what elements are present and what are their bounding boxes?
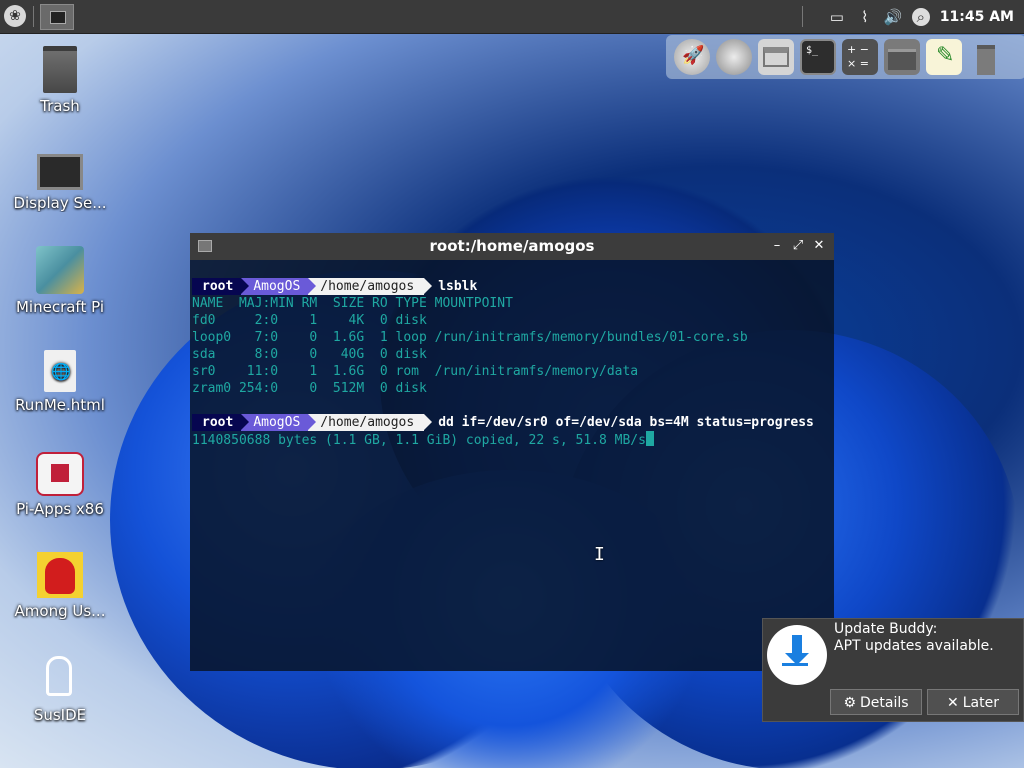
desktop-icon-trash[interactable]: Trash	[8, 42, 112, 115]
app-dock	[666, 35, 1024, 79]
ibeam-cursor-icon: I	[594, 544, 605, 565]
trash-icon[interactable]	[968, 39, 1004, 75]
minecraft-block-icon	[36, 246, 84, 294]
calculator-icon[interactable]	[842, 39, 878, 75]
notification-title: Update Buddy:	[834, 621, 938, 637]
desktop-icon-suside[interactable]: SusIDE	[8, 654, 112, 724]
maximize-button[interactable]: ⤢	[789, 236, 807, 256]
prompt-host: AmogOS	[241, 414, 317, 431]
rocket-launcher-icon[interactable]	[674, 39, 710, 75]
window-titlebar[interactable]: root:/home/amogos – ⤢ ✕	[190, 233, 834, 260]
download-icon	[767, 625, 827, 685]
output-line: fd0 2:0 1 4K 0 disk	[192, 313, 427, 328]
panel-separator	[802, 6, 803, 27]
system-tray: ▭ ⌇ 🔊 ⌕ 11:45 AM	[828, 0, 1024, 33]
window-manager-icon[interactable]	[758, 39, 794, 75]
html-file-icon	[44, 350, 76, 392]
window-title: root:/home/amogos	[429, 237, 595, 255]
details-label: Details	[860, 695, 909, 711]
output-line: NAME MAJ:MIN RM SIZE RO TYPE MOUNTPOINT	[192, 296, 513, 311]
prompt-line: root AmogOS/home/amogos lsblk	[192, 278, 477, 295]
update-notification: Update Buddy: APT updates available. ⚙ De…	[762, 618, 1024, 722]
search-icon[interactable]: ⌕	[911, 7, 930, 26]
command-text: dd if=/dev/sr0 of=/dev/sda bs=4M status=…	[438, 415, 814, 430]
download-icon-bar	[782, 663, 808, 666]
prompt-line: root AmogOS/home/amogos dd if=/dev/sr0 of=…	[192, 414, 814, 431]
close-button[interactable]: ✕	[810, 236, 828, 256]
later-button[interactable]: ✕ Later	[927, 689, 1019, 715]
text-editor-icon[interactable]	[926, 39, 962, 75]
monitor-icon	[37, 154, 83, 190]
raspberry-menu-icon[interactable]: ❀	[4, 5, 26, 27]
clock[interactable]: 11:45 AM	[940, 9, 1014, 25]
progress-line: 1140850688 bytes (1.1 GB, 1.1 GiB) copie…	[192, 431, 654, 448]
desktop-icon-label: Among Us...	[14, 602, 106, 620]
desktop-icon-label: Pi-Apps x86	[16, 500, 104, 518]
panel-separator	[33, 6, 34, 27]
prompt-path: /home/amogos	[308, 278, 433, 295]
later-label: Later	[962, 695, 999, 711]
gear-icon: ⚙	[843, 695, 856, 711]
output-line: sr0 11:0 1 1.6G 0 rom /run/initramfs/mem…	[192, 364, 639, 379]
output-line: sda 8:0 0 40G 0 disk	[192, 347, 427, 362]
suside-icon	[36, 654, 84, 702]
paperclip-icon[interactable]: ⌇	[856, 8, 874, 26]
prompt-user: root	[192, 414, 250, 431]
notification-message: APT updates available.	[834, 638, 994, 654]
trash-icon	[43, 46, 77, 93]
prompt-user: root	[192, 278, 250, 295]
terminal-body[interactable]: root AmogOS/home/amogos lsblk NAME MAJ:MIN…	[190, 260, 834, 671]
prompt-path: /home/amogos	[308, 414, 433, 431]
among-us-icon	[37, 552, 83, 598]
desktop-icon-runme-html[interactable]: RunMe.html	[8, 350, 112, 414]
output-line: loop0 7:0 0 1.6G 1 loop /run/initramfs/m…	[192, 330, 748, 345]
close-icon: ✕	[947, 695, 959, 711]
terminal-icon[interactable]	[800, 39, 836, 75]
details-button[interactable]: ⚙ Details	[830, 689, 922, 715]
volume-icon[interactable]: 🔊	[884, 8, 903, 26]
desktop-icon-label: Trash	[40, 97, 80, 115]
top-panel: ❀ ▭ ⌇ 🔊 ⌕ 11:45 AM	[0, 0, 1024, 34]
desktop-icon-minecraft-pi[interactable]: Minecraft Pi	[8, 246, 112, 316]
face-app-icon[interactable]	[716, 39, 752, 75]
minimize-button[interactable]: –	[768, 236, 786, 256]
dd-progress-text: 1140850688 bytes (1.1 GB, 1.1 GiB) copie…	[192, 433, 646, 448]
message-icon[interactable]: ▭	[828, 8, 846, 26]
desktop-icon-label: RunMe.html	[15, 396, 105, 414]
desktop-icon-label: Display Se...	[13, 194, 107, 212]
taskbar-terminal-button[interactable]	[40, 4, 74, 30]
output-line: zram0 254:0 0 512M 0 disk	[192, 381, 427, 396]
desktop-icon-among-us[interactable]: Among Us...	[8, 552, 112, 620]
file-manager-icon[interactable]	[884, 39, 920, 75]
desktop-icon-label: SusIDE	[33, 706, 87, 724]
desktop-icon-display-settings[interactable]: Display Se...	[8, 146, 112, 212]
prompt-host: AmogOS	[241, 278, 317, 295]
text-cursor	[645, 431, 654, 446]
desktop-icon-pi-apps[interactable]: Pi-Apps x86	[8, 452, 112, 518]
terminal-window[interactable]: root:/home/amogos – ⤢ ✕ root AmogOS/home/…	[190, 233, 834, 671]
pi-apps-icon	[36, 452, 84, 496]
desktop-icon-label: Minecraft Pi	[15, 298, 104, 316]
